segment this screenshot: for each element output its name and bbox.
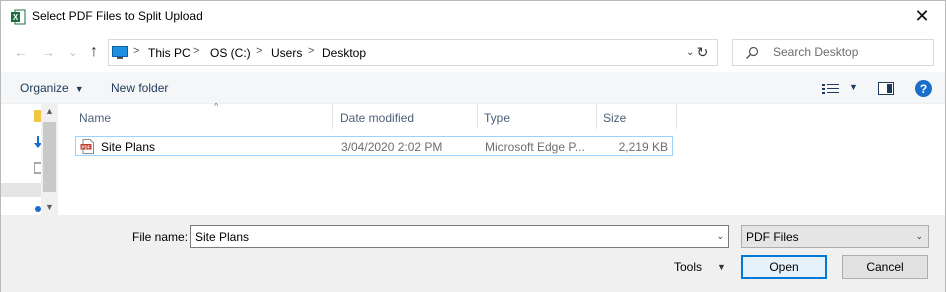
open-button[interactable]: Open bbox=[741, 255, 827, 279]
this-pc-icon bbox=[112, 46, 128, 59]
pdf-icon: PDF bbox=[80, 139, 94, 154]
back-button[interactable]: ← bbox=[12, 43, 30, 61]
svg-text:X: X bbox=[13, 13, 19, 22]
open-button-label: Open bbox=[769, 260, 799, 274]
refresh-button[interactable]: ↻ bbox=[688, 39, 718, 66]
new-folder-label: New folder bbox=[111, 81, 169, 95]
breadcrumb-this-pc[interactable]: This PC bbox=[148, 46, 191, 60]
details-view-icon[interactable] bbox=[822, 83, 840, 95]
column-header-name[interactable]: Name ^ bbox=[73, 101, 333, 129]
file-name-field[interactable]: Site Plans ⌄ bbox=[190, 225, 729, 248]
search-input[interactable] bbox=[773, 45, 923, 59]
scrollbar-thumb[interactable] bbox=[43, 122, 56, 192]
search-icon bbox=[746, 46, 759, 59]
caret-down-icon[interactable]: ▼ bbox=[717, 262, 726, 272]
scroll-down-icon[interactable]: ▼ bbox=[45, 202, 54, 212]
file-name-value: Site Plans bbox=[195, 230, 250, 244]
window-title: Select PDF Files to Split Upload bbox=[32, 9, 203, 23]
refresh-icon: ↻ bbox=[696, 44, 709, 60]
close-button[interactable]: ✕ bbox=[899, 1, 945, 32]
forward-arrow-icon: → bbox=[41, 44, 55, 60]
search-box[interactable] bbox=[732, 39, 934, 66]
cancel-button-label: Cancel bbox=[866, 260, 904, 274]
chevron-down-icon: ⌄ bbox=[68, 46, 78, 59]
caret-down-icon: ▼ bbox=[74, 84, 84, 94]
selected-nav-item[interactable] bbox=[1, 183, 41, 197]
new-folder-button[interactable]: New folder bbox=[111, 81, 168, 95]
column-header-date-label: Date modified bbox=[340, 111, 415, 125]
back-arrow-icon: ← bbox=[14, 44, 28, 60]
breadcrumb-desktop[interactable]: Desktop bbox=[322, 46, 366, 60]
file-name-label: File name: bbox=[132, 230, 189, 244]
file-list: Name ^ Date modified Type Size PDF Site … bbox=[58, 101, 945, 215]
address-bar[interactable]: > This PC > OS (C:) > Users > Desktop ⌄ bbox=[108, 39, 718, 66]
tools-menu-button[interactable]: Tools bbox=[674, 260, 702, 274]
title-bar: X Select PDF Files to Split Upload ✕ bbox=[1, 1, 945, 32]
file-size: 2,219 KB bbox=[618, 140, 668, 154]
bottom-panel: File name: Site Plans ⌄ PDF Files ⌄ Tool… bbox=[1, 215, 945, 292]
preview-pane-icon[interactable] bbox=[878, 82, 894, 95]
view-options-caret-icon[interactable]: ▼ bbox=[849, 82, 858, 92]
column-header-date-modified[interactable]: Date modified bbox=[334, 104, 478, 129]
column-header-size[interactable]: Size bbox=[597, 104, 677, 129]
up-button[interactable]: ↑ bbox=[85, 43, 103, 61]
breadcrumb-os-c[interactable]: OS (C:) bbox=[210, 46, 251, 60]
file-row-site-plans[interactable]: PDF Site Plans 3/04/2020 2:02 PM Microso… bbox=[75, 136, 673, 156]
column-header-type[interactable]: Type bbox=[478, 104, 597, 129]
breadcrumb-separator: > bbox=[193, 45, 200, 57]
up-arrow-icon: ↑ bbox=[90, 43, 98, 60]
breadcrumb-separator: > bbox=[133, 45, 140, 57]
file-name: Site Plans bbox=[101, 140, 156, 154]
chevron-down-icon: ⌄ bbox=[915, 231, 923, 241]
file-type-select[interactable]: PDF Files ⌄ bbox=[741, 225, 929, 248]
cancel-button[interactable]: Cancel bbox=[842, 255, 928, 279]
navigation-bar: ← → ⌄ ↑ > This PC > OS (C:) > Users > De… bbox=[1, 32, 945, 72]
organize-label: Organize bbox=[20, 81, 69, 95]
file-type-value: PDF Files bbox=[746, 230, 799, 244]
recent-locations-button[interactable]: ⌄ bbox=[64, 43, 82, 61]
navigation-pane[interactable]: ▲ ▼ bbox=[1, 104, 58, 215]
column-header-size-label: Size bbox=[603, 111, 627, 125]
close-icon: ✕ bbox=[914, 6, 930, 26]
file-open-dialog: X Select PDF Files to Split Upload ✕ ← →… bbox=[0, 0, 946, 292]
file-type: Microsoft Edge P... bbox=[485, 140, 585, 154]
excel-icon: X bbox=[11, 9, 26, 25]
help-icon[interactable]: ? bbox=[915, 80, 932, 97]
breadcrumb-separator: > bbox=[256, 45, 263, 57]
scroll-up-icon[interactable]: ▲ bbox=[45, 106, 54, 116]
column-header-type-label: Type bbox=[484, 111, 511, 125]
chevron-down-icon[interactable]: ⌄ bbox=[716, 231, 724, 242]
organize-menu-button[interactable]: Organize ▼ bbox=[20, 81, 84, 95]
column-header-name-label: Name bbox=[79, 111, 112, 125]
command-toolbar: Organize ▼ New folder ▼ ? bbox=[1, 72, 945, 104]
breadcrumb-users[interactable]: Users bbox=[271, 46, 302, 60]
sort-ascending-icon: ^ bbox=[214, 101, 219, 111]
forward-button[interactable]: → bbox=[39, 43, 57, 61]
svg-text:PDF: PDF bbox=[82, 145, 91, 150]
file-date-modified: 3/04/2020 2:02 PM bbox=[341, 140, 443, 154]
breadcrumb-separator: > bbox=[308, 45, 315, 57]
